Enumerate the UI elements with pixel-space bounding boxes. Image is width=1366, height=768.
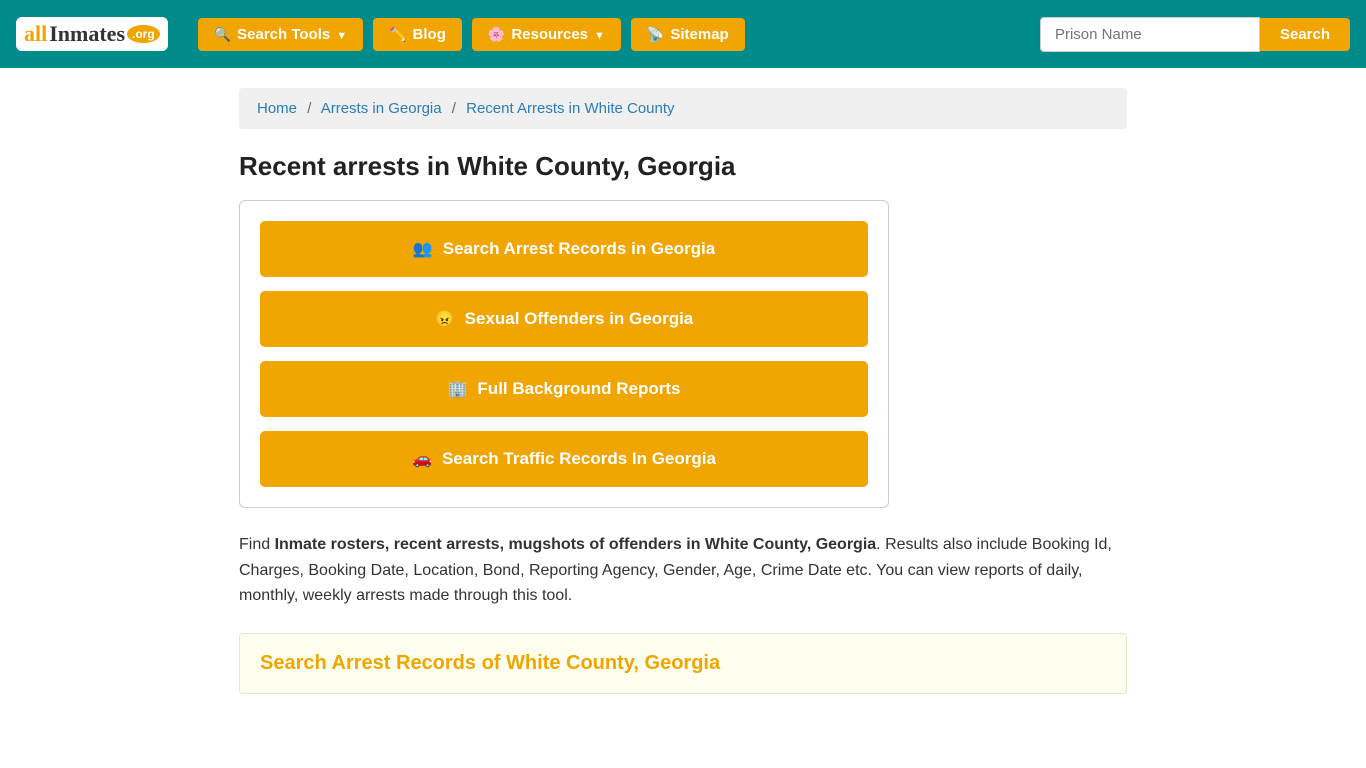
page-title: Recent arrests in White County, Georgia [239, 151, 1127, 182]
blog-icon [389, 26, 406, 43]
logo-inmates-text: Inmates [49, 21, 125, 47]
nav-search-tools-label: Search Tools [237, 26, 330, 43]
breadcrumb-sep-2: / [452, 100, 456, 117]
building-icon [448, 379, 468, 399]
navbar-search: Search [1040, 17, 1350, 52]
car-icon [412, 449, 432, 469]
nav-blog-label: Blog [413, 26, 446, 43]
nav-resources-button[interactable]: Resources [472, 18, 621, 51]
navbar: all Inmates .org Search Tools Blog Resou… [0, 0, 1366, 68]
breadcrumb: Home / Arrests in Georgia / Recent Arres… [239, 88, 1127, 129]
search-tools-dropdown-arrow [336, 26, 347, 43]
breadcrumb-current: Recent Arrests in White County [466, 100, 674, 117]
traffic-records-label: Search Traffic Records In Georgia [442, 449, 716, 469]
nav-sitemap-label: Sitemap [670, 26, 728, 43]
sexual-offenders-label: Sexual Offenders in Georgia [465, 309, 694, 329]
breadcrumb-home[interactable]: Home [257, 100, 297, 117]
sitemap-icon [647, 26, 664, 43]
breadcrumb-sep-1: / [307, 100, 311, 117]
traffic-records-button[interactable]: Search Traffic Records In Georgia [260, 431, 868, 487]
logo-org-text: .org [127, 25, 160, 43]
nav-blog-button[interactable]: Blog [373, 18, 462, 51]
offender-icon [435, 309, 455, 329]
logo-all-text: all [24, 21, 47, 47]
search-record-title: Search Arrest Records of White County, G… [260, 652, 1106, 675]
people-icon [413, 239, 433, 259]
prison-search-button[interactable]: Search [1260, 18, 1350, 51]
description-prefix: Find [239, 536, 275, 553]
search-tools-icon [214, 26, 231, 43]
search-arrest-label: Search Arrest Records in Georgia [443, 239, 715, 259]
resources-icon [488, 26, 505, 43]
main-content: Home / Arrests in Georgia / Recent Arres… [223, 68, 1143, 714]
sexual-offenders-button[interactable]: Sexual Offenders in Georgia [260, 291, 868, 347]
nav-search-tools-button[interactable]: Search Tools [198, 18, 363, 51]
description-bold: Inmate rosters, recent arrests, mugshots… [275, 536, 877, 553]
breadcrumb-arrests[interactable]: Arrests in Georgia [321, 100, 442, 117]
logo[interactable]: all Inmates .org [16, 17, 168, 51]
nav-sitemap-button[interactable]: Sitemap [631, 18, 745, 51]
search-arrest-records-button[interactable]: Search Arrest Records in Georgia [260, 221, 868, 277]
action-buttons-card: Search Arrest Records in Georgia Sexual … [239, 200, 889, 508]
nav-resources-label: Resources [511, 26, 588, 43]
search-record-section: Search Arrest Records of White County, G… [239, 633, 1127, 694]
background-reports-label: Full Background Reports [477, 379, 680, 399]
resources-dropdown-arrow [594, 26, 605, 43]
description-text: Find Inmate rosters, recent arrests, mug… [239, 532, 1127, 609]
background-reports-button[interactable]: Full Background Reports [260, 361, 868, 417]
prison-search-input[interactable] [1040, 17, 1260, 52]
